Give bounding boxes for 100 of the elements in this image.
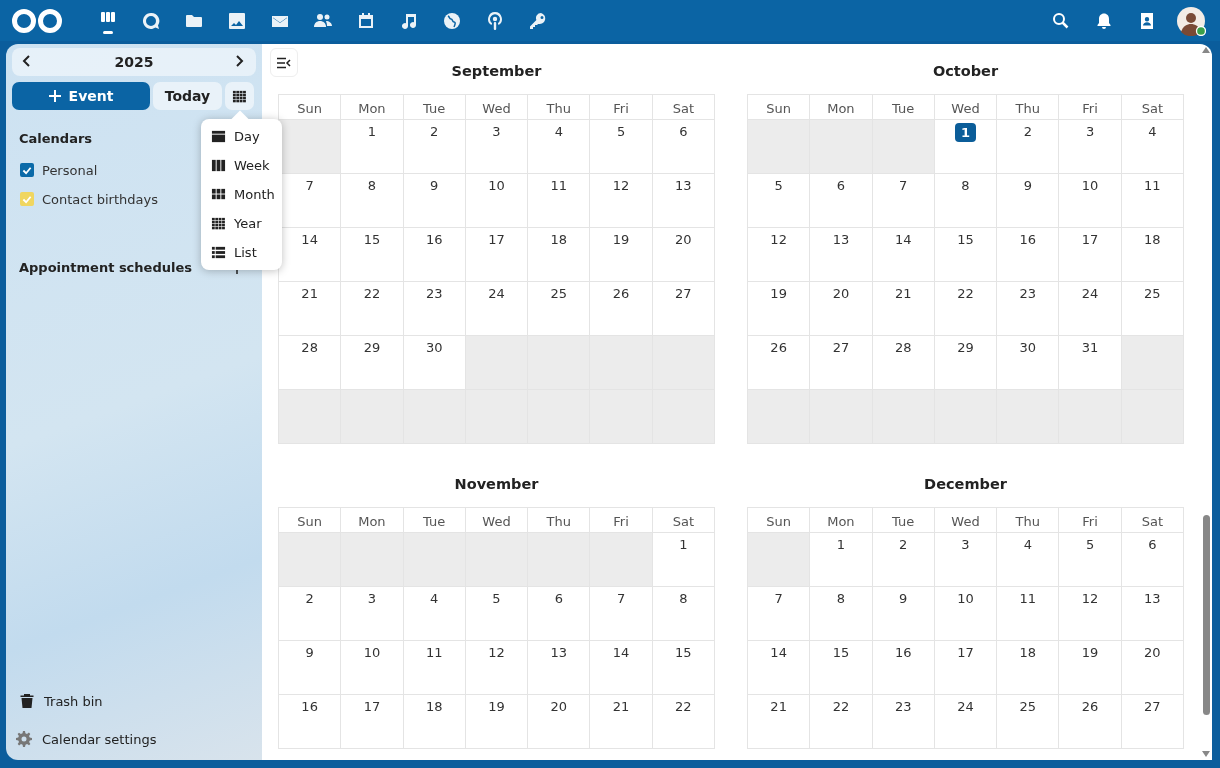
day-cell[interactable]: 23: [872, 695, 935, 749]
day-cell[interactable]: 23: [403, 282, 466, 336]
day-cell[interactable]: 17: [1059, 228, 1122, 282]
day-cell[interactable]: 22: [341, 282, 404, 336]
day-cell[interactable]: 18: [1121, 228, 1184, 282]
settings-icon[interactable]: [16, 731, 32, 747]
day-cell[interactable]: 15: [810, 641, 873, 695]
day-cell[interactable]: 8: [341, 174, 404, 228]
search-icon[interactable]: [1051, 11, 1070, 30]
day-cell[interactable]: 27: [1121, 695, 1184, 749]
day-cell[interactable]: 15: [341, 228, 404, 282]
day-cell[interactable]: 4: [528, 120, 591, 174]
day-cell[interactable]: 7: [590, 587, 653, 641]
day-cell[interactable]: 2: [279, 587, 342, 641]
day-cell[interactable]: 4: [403, 587, 466, 641]
day-cell[interactable]: 17: [341, 695, 404, 749]
today-button[interactable]: Today: [153, 82, 222, 110]
day-cell[interactable]: 14: [872, 228, 935, 282]
day-cell[interactable]: 5: [590, 120, 653, 174]
day-cell[interactable]: 12: [1059, 587, 1122, 641]
calendar-name[interactable]: Personal: [42, 162, 98, 178]
day-cell[interactable]: 2: [872, 533, 935, 587]
day-cell[interactable]: 21: [279, 282, 342, 336]
day-cell[interactable]: 3: [1059, 120, 1122, 174]
day-cell[interactable]: 21: [748, 695, 811, 749]
day-cell[interactable]: 6: [1121, 533, 1184, 587]
day-cell[interactable]: 13: [652, 174, 715, 228]
day-cell[interactable]: 18: [997, 641, 1060, 695]
day-cell[interactable]: 10: [1059, 174, 1122, 228]
day-cell[interactable]: 7: [748, 587, 811, 641]
day-cell[interactable]: 1: [934, 120, 998, 174]
new-event-button[interactable]: Event: [12, 82, 150, 110]
day-cell[interactable]: 14: [748, 641, 811, 695]
sidebar-toggle-button[interactable]: [270, 48, 298, 77]
day-cell[interactable]: 9: [403, 174, 466, 228]
day-cell[interactable]: 22: [934, 282, 998, 336]
day-cell[interactable]: 11: [528, 174, 591, 228]
day-cell[interactable]: 18: [528, 228, 591, 282]
day-cell[interactable]: 5: [748, 174, 811, 228]
day-cell[interactable]: 19: [465, 695, 529, 749]
day-cell[interactable]: 10: [934, 587, 998, 641]
day-cell[interactable]: 11: [1121, 174, 1184, 228]
day-cell[interactable]: 22: [652, 695, 715, 749]
day-cell[interactable]: 4: [997, 533, 1060, 587]
day-cell[interactable]: 13: [1121, 587, 1184, 641]
day-cell[interactable]: 4: [1121, 120, 1184, 174]
day-cell[interactable]: 25: [997, 695, 1060, 749]
day-cell[interactable]: 3: [934, 533, 998, 587]
day-cell[interactable]: 11: [403, 641, 466, 695]
day-cell[interactable]: 20: [1121, 641, 1184, 695]
day-cell[interactable]: 9: [997, 174, 1060, 228]
day-cell[interactable]: 15: [652, 641, 715, 695]
day-cell[interactable]: 16: [872, 641, 935, 695]
day-cell[interactable]: 9: [279, 641, 342, 695]
day-cell[interactable]: 19: [748, 282, 811, 336]
calendar-settings-label[interactable]: Calendar settings: [42, 731, 157, 747]
day-cell[interactable]: 12: [465, 641, 529, 695]
day-cell[interactable]: 12: [590, 174, 653, 228]
day-cell[interactable]: 14: [590, 641, 653, 695]
day-cell[interactable]: 20: [652, 228, 715, 282]
scroll-up-icon[interactable]: [1202, 47, 1210, 53]
day-cell[interactable]: 9: [872, 587, 935, 641]
day-cell[interactable]: 16: [279, 695, 342, 749]
view-menu-item[interactable]: Week: [201, 151, 282, 180]
day-cell[interactable]: 6: [528, 587, 591, 641]
view-menu-item[interactable]: Year: [201, 209, 282, 238]
day-cell[interactable]: 19: [590, 228, 653, 282]
day-cell[interactable]: 16: [997, 228, 1060, 282]
scrollbar-thumb[interactable]: [1203, 515, 1210, 715]
view-menu-item[interactable]: Day: [201, 122, 282, 151]
day-cell[interactable]: 20: [810, 282, 873, 336]
day-cell[interactable]: 8: [652, 587, 715, 641]
day-cell[interactable]: 8: [810, 587, 873, 641]
day-cell[interactable]: 5: [465, 587, 529, 641]
day-cell[interactable]: 1: [341, 120, 404, 174]
day-cell[interactable]: 10: [341, 641, 404, 695]
day-cell[interactable]: 1: [810, 533, 873, 587]
day-cell[interactable]: 2: [403, 120, 466, 174]
day-cell[interactable]: 6: [810, 174, 873, 228]
day-cell[interactable]: 3: [465, 120, 529, 174]
avatar[interactable]: [1176, 5, 1206, 36]
trash-bin-label[interactable]: Trash bin: [44, 693, 103, 709]
day-cell[interactable]: 8: [934, 174, 998, 228]
trash-bin-link[interactable]: Trash bin: [20, 690, 256, 712]
day-cell[interactable]: 17: [934, 641, 998, 695]
calendar-checkbox[interactable]: [20, 163, 34, 177]
calendar-name[interactable]: Contact birthdays: [42, 191, 158, 207]
day-cell[interactable]: 23: [997, 282, 1060, 336]
day-cell[interactable]: 21: [872, 282, 935, 336]
logo-icon[interactable]: [10, 7, 64, 34]
day-cell[interactable]: 15: [934, 228, 998, 282]
day-cell[interactable]: 2: [997, 120, 1060, 174]
day-cell[interactable]: 3: [341, 587, 404, 641]
day-cell[interactable]: 21: [590, 695, 653, 749]
day-cell[interactable]: 19: [1059, 641, 1122, 695]
view-switcher-button[interactable]: [225, 82, 254, 110]
day-cell[interactable]: 20: [528, 695, 591, 749]
day-cell[interactable]: 24: [1059, 282, 1122, 336]
day-cell[interactable]: 24: [934, 695, 998, 749]
day-cell[interactable]: 10: [465, 174, 529, 228]
